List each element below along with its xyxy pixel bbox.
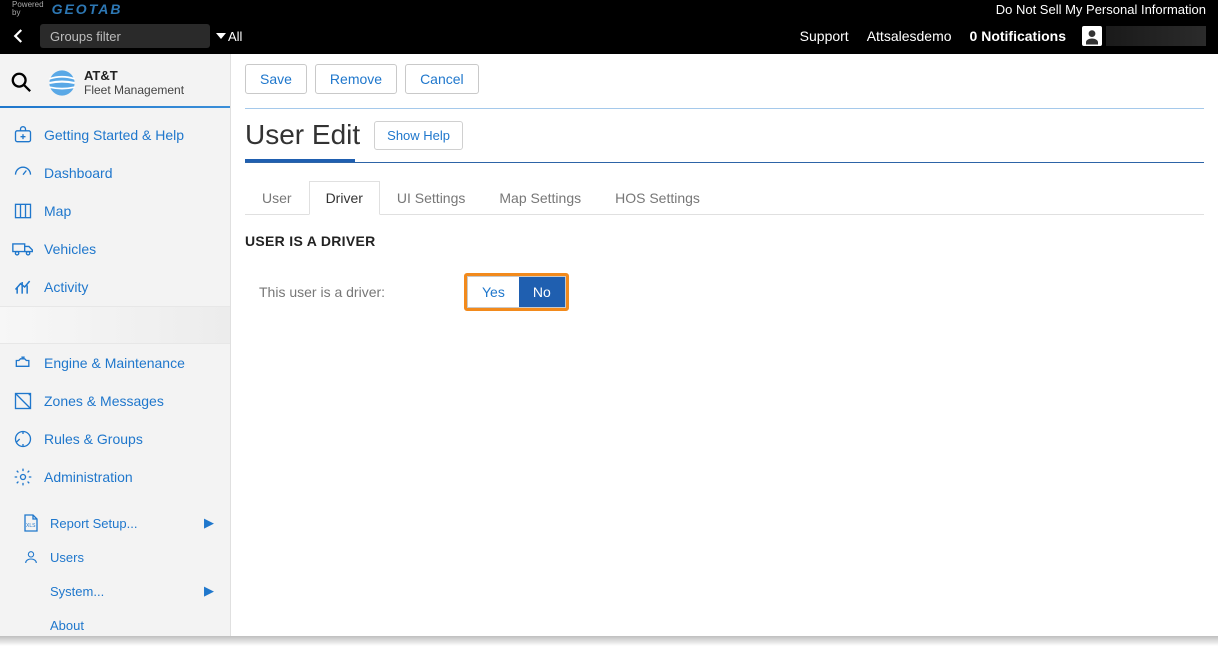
toggle-user-is-driver: Yes No xyxy=(464,273,569,311)
chevron-left-icon xyxy=(10,27,28,45)
brand-line1: AT&T xyxy=(84,69,184,83)
tab-user[interactable]: User xyxy=(245,181,309,214)
brand-line2: Fleet Management xyxy=(84,83,184,97)
sidebar-sub-report-setup[interactable]: XLS Report Setup... ▶ xyxy=(0,506,230,540)
truck-icon xyxy=(12,240,34,258)
do-not-sell-link[interactable]: Do Not Sell My Personal Information xyxy=(996,2,1206,17)
sidebar-sub-about[interactable]: About xyxy=(0,608,230,642)
section-heading: USER IS A DRIVER xyxy=(245,233,1204,249)
sidebar-item-label: Administration xyxy=(44,469,133,485)
brand-row: AT&T Fleet Management xyxy=(0,62,230,104)
sidebar-item-map[interactable]: Map xyxy=(0,192,230,230)
map-icon xyxy=(13,201,33,221)
menubar: Groups filter All Support Attsalesdemo 0… xyxy=(0,18,1218,54)
tabs: User Driver UI Settings Map Settings HOS… xyxy=(245,181,1204,215)
tab-driver[interactable]: Driver xyxy=(309,181,380,215)
groups-filter-placeholder: Groups filter xyxy=(50,29,121,44)
sidebar-item-rules[interactable]: Rules & Groups xyxy=(0,420,230,458)
search-icon xyxy=(10,71,32,93)
engine-icon xyxy=(13,353,33,373)
save-button[interactable]: Save xyxy=(245,64,307,94)
support-link[interactable]: Support xyxy=(800,28,849,44)
sidebar-sub-label: System... xyxy=(50,584,104,599)
tab-map-settings[interactable]: Map Settings xyxy=(482,181,598,214)
sidebar-item-getting-started[interactable]: Getting Started & Help xyxy=(0,116,230,154)
sidebar-item-selected-hidden[interactable] xyxy=(0,306,230,344)
top-strip: Powered by GEOTAB Do Not Sell My Persona… xyxy=(0,0,1218,18)
sidebar-item-label: Dashboard xyxy=(44,165,113,181)
back-button[interactable] xyxy=(6,23,32,49)
svg-text:XLS: XLS xyxy=(26,523,36,529)
tab-hos-settings[interactable]: HOS Settings xyxy=(598,181,717,214)
show-help-button[interactable]: Show Help xyxy=(374,121,463,150)
search-button[interactable] xyxy=(10,71,34,95)
sidebar-sub-users[interactable]: Users xyxy=(0,540,230,574)
page-title: User Edit xyxy=(245,119,360,151)
gear-icon xyxy=(13,467,33,487)
all-dropdown[interactable]: All xyxy=(216,29,242,44)
sidebar-item-activity[interactable]: Activity xyxy=(0,268,230,306)
field-label: This user is a driver: xyxy=(259,284,464,300)
powered-by-label: Powered by xyxy=(12,1,44,17)
sidebar-sub-label: Report Setup... xyxy=(50,516,137,531)
sidebar-item-engine[interactable]: Engine & Maintenance xyxy=(0,344,230,382)
sidebar-item-vehicles[interactable]: Vehicles xyxy=(0,230,230,268)
sidebar-sub-label: About xyxy=(50,618,84,633)
sidebar-item-label: Rules & Groups xyxy=(44,431,143,447)
remove-button[interactable]: Remove xyxy=(315,64,397,94)
sidebar: AT&T Fleet Management Getting Started & … xyxy=(0,54,231,636)
sidebar-item-dashboard[interactable]: Dashboard xyxy=(0,154,230,192)
chevron-right-icon: ▶ xyxy=(204,583,214,599)
sidebar-item-label: Vehicles xyxy=(44,241,96,257)
rules-icon xyxy=(13,429,33,449)
user-icon xyxy=(1083,28,1101,46)
bar-chart-icon xyxy=(13,277,33,297)
all-dropdown-label: All xyxy=(228,29,242,44)
xls-file-icon: XLS xyxy=(23,514,39,532)
sidebar-item-administration[interactable]: Administration xyxy=(0,458,230,496)
sidebar-item-label: Engine & Maintenance xyxy=(44,355,185,371)
toggle-no-button[interactable]: No xyxy=(519,276,566,308)
help-kit-icon xyxy=(13,125,33,145)
sidebar-sub-label: Users xyxy=(50,550,84,565)
tab-ui-settings[interactable]: UI Settings xyxy=(380,181,482,214)
gauge-icon xyxy=(13,163,33,183)
att-globe-icon xyxy=(48,69,76,97)
groups-filter-input[interactable]: Groups filter xyxy=(40,24,210,48)
zones-icon xyxy=(13,391,33,411)
sidebar-sub-system[interactable]: System... ▶ xyxy=(0,574,230,608)
chevron-right-icon: ▶ xyxy=(204,515,214,531)
sidebar-item-label: Map xyxy=(44,203,71,219)
title-bar: User Edit Show Help xyxy=(245,119,1204,151)
account-link[interactable]: Attsalesdemo xyxy=(867,28,952,44)
caret-down-icon xyxy=(216,31,226,41)
action-row: Save Remove Cancel xyxy=(245,64,1204,94)
avatar[interactable] xyxy=(1082,26,1102,46)
content: Save Remove Cancel User Edit Show Help U… xyxy=(231,54,1218,636)
title-full-underline xyxy=(245,162,1204,163)
user-outline-icon xyxy=(23,548,39,566)
divider xyxy=(245,108,1204,109)
geotab-logo-text: GEOTAB xyxy=(52,1,123,17)
sidebar-item-label: Activity xyxy=(44,279,88,295)
toggle-yes-button[interactable]: Yes xyxy=(467,276,519,308)
sidebar-item-zones[interactable]: Zones & Messages xyxy=(0,382,230,420)
notifications-link[interactable]: 0 Notifications xyxy=(970,28,1066,44)
sidebar-item-label: Zones & Messages xyxy=(44,393,164,409)
user-menu-tail[interactable] xyxy=(1106,26,1206,46)
field-row-user-is-driver: This user is a driver: Yes No xyxy=(245,273,1204,311)
sidebar-item-label: Getting Started & Help xyxy=(44,127,184,143)
sidebar-separator xyxy=(0,106,230,108)
cancel-button[interactable]: Cancel xyxy=(405,64,479,94)
